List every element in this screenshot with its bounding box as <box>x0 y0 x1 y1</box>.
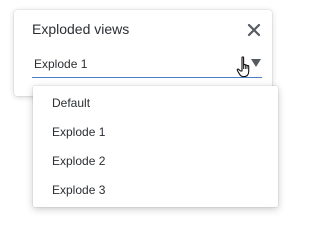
select-value: Explode 1 <box>34 57 88 71</box>
explode-dropdown-menu: Default Explode 1 Explode 2 Explode 3 <box>33 86 278 207</box>
close-icon <box>247 23 261 37</box>
dropdown-option-explode-2[interactable]: Explode 2 <box>33 147 278 175</box>
stage: Exploded views Explode 1 Default Explode… <box>0 0 282 223</box>
exploded-views-panel: Exploded views Explode 1 <box>14 10 272 96</box>
dropdown-option-explode-3[interactable]: Explode 3 <box>33 176 278 204</box>
dropdown-option-default[interactable]: Default <box>33 89 278 117</box>
explode-select[interactable]: Explode 1 <box>32 53 262 78</box>
dropdown-option-explode-1[interactable]: Explode 1 <box>33 118 278 146</box>
caret-down-icon <box>251 59 261 67</box>
panel-title: Exploded views <box>32 21 130 37</box>
close-button[interactable] <box>246 22 262 38</box>
